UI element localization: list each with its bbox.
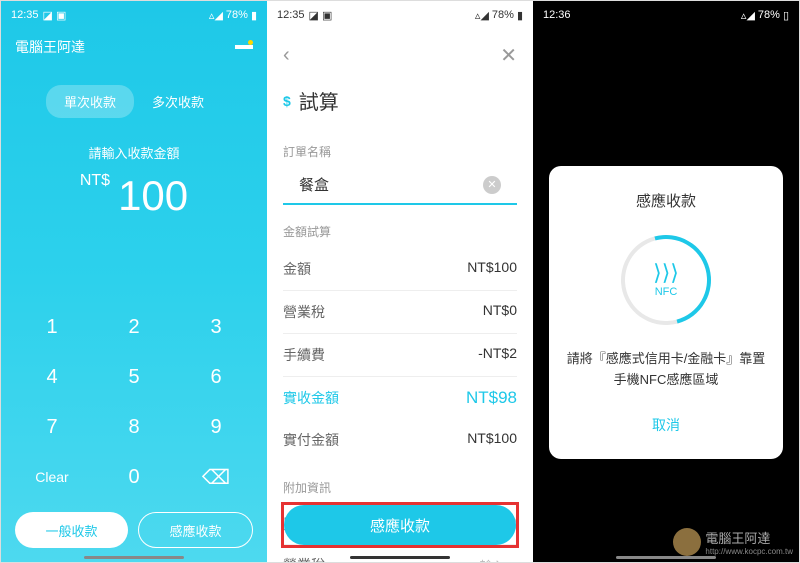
dialog-message: 請將『感應式信用卡/金融卡』靠置 手機NFC感應區域 xyxy=(565,349,767,391)
submit-highlight: 感應收款 xyxy=(281,502,519,548)
key-clear[interactable]: Clear xyxy=(11,452,93,502)
amount-label: 請輸入收款金額 xyxy=(1,143,267,162)
key-2[interactable]: 2 xyxy=(93,302,175,352)
tab-single-payment[interactable]: 單次收款 xyxy=(46,85,134,118)
status-time: 12:36 xyxy=(543,9,571,21)
watermark: 電腦王阿達 http://www.kocpc.com.tw xyxy=(673,528,793,556)
nfc-progress-icon: ⟩⟩⟩ NFC xyxy=(621,235,711,325)
row-actual-received: 實收金額NT$98 xyxy=(267,377,533,419)
status-time: 12:35 xyxy=(277,9,305,21)
battery-text: 78% xyxy=(492,9,514,21)
key-9[interactable]: 9 xyxy=(175,402,257,452)
status-time: 12:35 xyxy=(11,9,39,21)
page-title-row: $ 試算 xyxy=(267,82,533,131)
currency-label: NT$ xyxy=(80,172,110,189)
battery-text: 78% xyxy=(226,9,248,21)
tab-multi-payment[interactable]: 多次收款 xyxy=(134,85,222,118)
clear-input-icon[interactable]: ✕ xyxy=(483,176,501,194)
nav-bar[interactable] xyxy=(84,556,184,559)
nfc-label: NFC xyxy=(655,286,678,298)
row-tax: 營業稅NT$0 xyxy=(267,291,533,333)
dialog-title: 感應收款 xyxy=(565,190,767,211)
amount-value: 100 xyxy=(118,172,188,219)
row-actual-paid: 實付金額NT$100 xyxy=(267,419,533,461)
battery-icon: ▯ xyxy=(783,9,789,22)
battery-text: 78% xyxy=(758,9,780,21)
nfc-payment-submit-button[interactable]: 感應收款 xyxy=(284,505,516,545)
numeric-keypad: 1 2 3 4 5 6 7 8 9 Clear 0 ⌫ xyxy=(1,302,267,502)
cancel-button[interactable]: 取消 xyxy=(565,415,767,435)
order-name-input[interactable]: 餐盒 ✕ xyxy=(283,166,517,205)
key-0[interactable]: 0 xyxy=(93,452,175,502)
phone-payment-entry: 12:35◪ ▣ ▵◢78%▮ 電腦王阿達 單次收款 多次收款 請輸入收款金額 … xyxy=(1,1,267,562)
app-title: 電腦王阿達 xyxy=(15,37,85,57)
key-4[interactable]: 4 xyxy=(11,352,93,402)
phone-calculation: 12:35◪ ▣ ▵◢78%▮ ‹ ✕ $ 試算 訂單名稱 餐盒 ✕ 金額試算 … xyxy=(267,1,533,562)
phone-nfc-dialog: 12:36 ▵◢78%▯ 感應收款 ⟩⟩⟩ NFC 請將『感應式信用卡/金融卡』… xyxy=(533,1,799,562)
row-amount: 金額NT$100 xyxy=(267,248,533,290)
order-name-value: 餐盒 xyxy=(299,174,329,195)
battery-icon: ▮ xyxy=(251,9,257,22)
key-backspace[interactable]: ⌫ xyxy=(175,452,257,502)
key-1[interactable]: 1 xyxy=(11,302,93,352)
status-bar: 12:35 ◪ ▣ ▵◢78%▮ xyxy=(1,1,267,29)
wifi-icon: ▵◢ xyxy=(475,9,489,22)
app-header: 電腦王阿達 xyxy=(1,29,267,65)
key-6[interactable]: 6 xyxy=(175,352,257,402)
nav-bar[interactable] xyxy=(350,556,450,559)
mode-tabs: 單次收款 多次收款 xyxy=(1,85,267,118)
close-icon[interactable]: ✕ xyxy=(500,43,517,68)
status-indicator-icon: ◪ ▣ xyxy=(43,9,67,22)
status-indicator-icon: ◪ ▣ xyxy=(309,9,333,22)
nfc-payment-button[interactable]: 感應收款 xyxy=(138,512,253,548)
status-bar: 12:36 ▵◢78%▯ xyxy=(533,1,799,29)
row-fee: 手續費-NT$2 xyxy=(267,334,533,376)
amount-display: NT$ 100 xyxy=(1,172,267,220)
key-5[interactable]: 5 xyxy=(93,352,175,402)
page-title: 試算 xyxy=(299,86,339,115)
order-name-label: 訂單名稱 xyxy=(267,131,533,166)
dollar-icon: $ xyxy=(283,93,291,109)
key-3[interactable]: 3 xyxy=(175,302,257,352)
back-icon[interactable]: ‹ xyxy=(283,44,290,67)
nav-bar[interactable] xyxy=(616,556,716,559)
normal-payment-button[interactable]: 一般收款 xyxy=(15,512,128,548)
wifi-icon: ▵◢ xyxy=(209,9,223,22)
battery-icon: ▮ xyxy=(517,9,523,22)
watermark-logo-icon xyxy=(673,528,701,556)
payment-buttons: 一般收款 感應收款 xyxy=(1,512,267,548)
watermark-url: http://www.kocpc.com.tw xyxy=(705,547,793,556)
wifi-icon: ▵◢ xyxy=(741,9,755,22)
key-8[interactable]: 8 xyxy=(93,402,175,452)
nfc-waves-icon: ⟩⟩⟩ xyxy=(653,262,679,284)
status-bar: 12:35 ◪ ▣ ▵◢78%▮ xyxy=(267,1,533,29)
key-7[interactable]: 7 xyxy=(11,402,93,452)
addon-label: 附加資訊 xyxy=(267,461,533,504)
page-header: ‹ ✕ xyxy=(267,29,533,82)
calculation-label: 金額試算 xyxy=(267,205,533,248)
tax-percent-input[interactable]: 輸入% xyxy=(479,556,517,563)
nfc-dialog: 感應收款 ⟩⟩⟩ NFC 請將『感應式信用卡/金融卡』靠置 手機NFC感應區域 … xyxy=(549,166,783,459)
menu-icon[interactable] xyxy=(235,45,253,49)
addon-tax-label: 營業稅 xyxy=(283,555,325,562)
watermark-brand: 電腦王阿達 xyxy=(705,528,793,547)
